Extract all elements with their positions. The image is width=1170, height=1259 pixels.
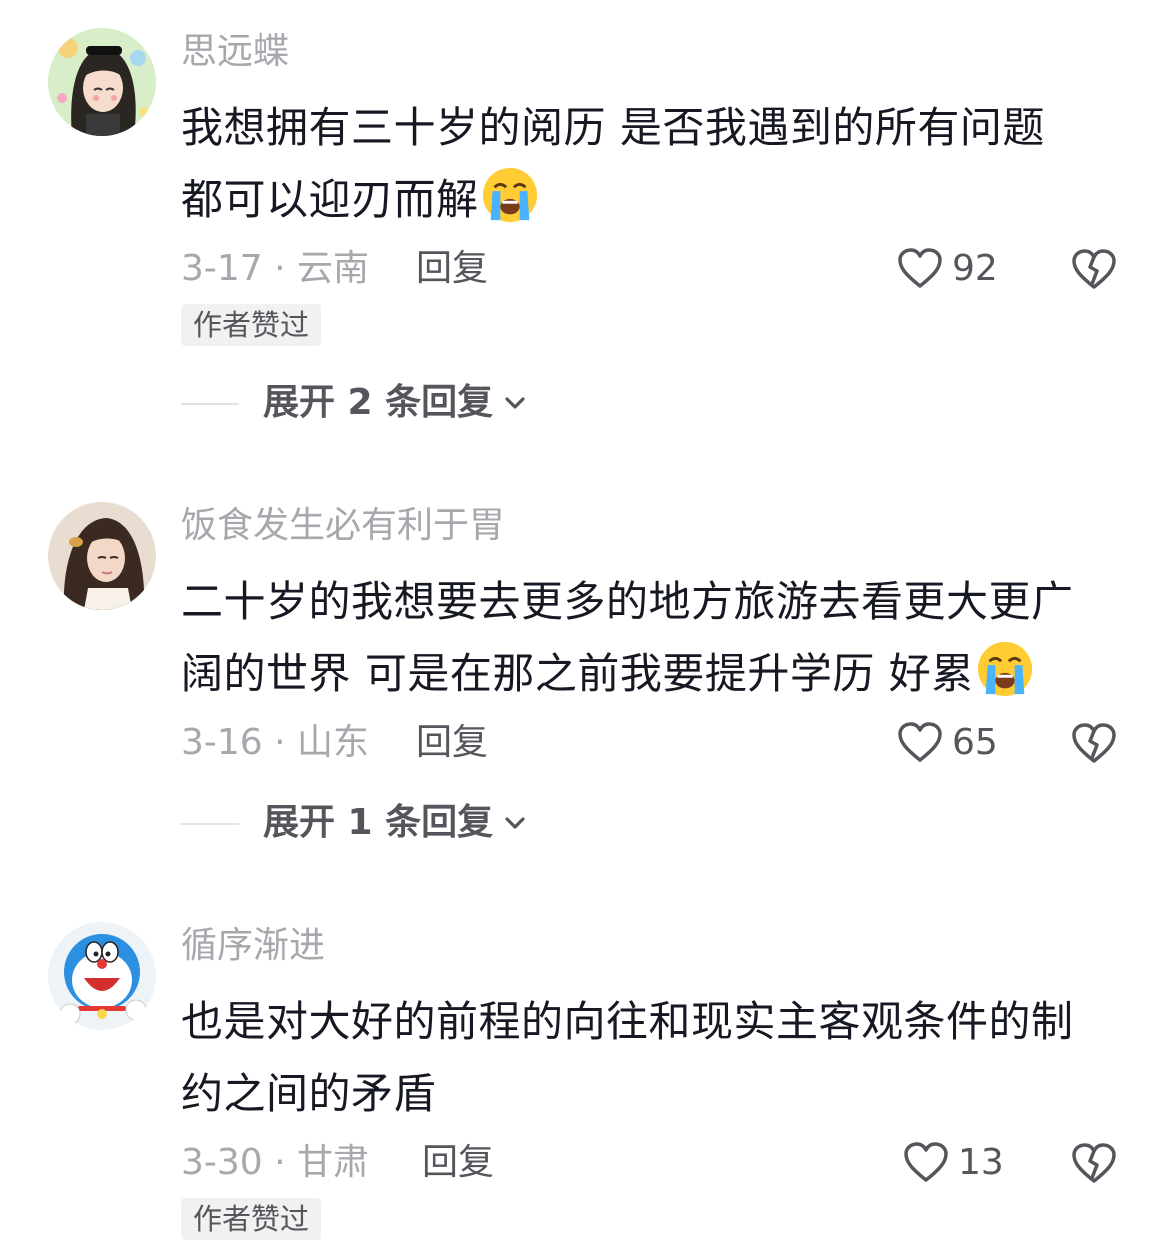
- heart-outline-icon: [898, 248, 942, 288]
- comment-text-line: 都可以迎刃而解: [181, 164, 1121, 236]
- username[interactable]: 思远蝶: [181, 30, 289, 74]
- broken-heart-icon[interactable]: [1070, 1140, 1118, 1188]
- expand-replies-label: 展开 1 条回复: [263, 802, 494, 843]
- reply-button[interactable]: 回复: [422, 1138, 494, 1188]
- username[interactable]: 饭食发生必有利于胃: [181, 504, 505, 548]
- expand-divider: [181, 823, 239, 825]
- comment-text: 我想拥有三十岁的阅历 是否我遇到的所有问题 都可以迎刃而解: [181, 92, 1121, 236]
- heart-outline-icon: [904, 1142, 948, 1182]
- avatar[interactable]: [48, 502, 156, 610]
- comment-meta: 3-30 · 甘肃 回复 13: [0, 1138, 1170, 1188]
- date-location: 3-16 · 山东: [181, 722, 370, 763]
- expand-replies-label: 展开 2 条回复: [263, 382, 494, 423]
- like-button[interactable]: 65: [896, 718, 998, 768]
- expand-replies-button[interactable]: 展开 1 条回复: [263, 798, 529, 848]
- comment-text-line: 我想拥有三十岁的阅历 是否我遇到的所有问题: [181, 103, 1045, 152]
- broken-heart-icon[interactable]: [1070, 246, 1118, 294]
- avatar[interactable]: [48, 28, 156, 136]
- like-button[interactable]: 92: [896, 244, 998, 294]
- heart-outline-icon: [898, 722, 942, 762]
- like-button[interactable]: 13: [902, 1138, 1004, 1188]
- comment-meta: 3-16 · 山东 回复 65: [0, 718, 1170, 768]
- expand-replies: 展开 1 条回复: [0, 798, 1170, 848]
- loudly-crying-face-icon: [482, 167, 537, 223]
- date-location: 3-17 · 云南: [181, 248, 370, 289]
- chevron-down-icon: [505, 397, 525, 409]
- comment-meta: 3-17 · 云南 回复 92: [0, 244, 1170, 294]
- comment-text-line: 二十岁的我想要去更多的地方旅游去看更大更广: [181, 577, 1074, 626]
- comment-text-line: 约之间的矛盾: [181, 1069, 437, 1118]
- author-liked-badge: 作者赞过: [181, 1198, 322, 1240]
- username[interactable]: 循序渐进: [181, 924, 325, 968]
- loudly-crying-face-icon: [977, 641, 1032, 697]
- date-location: 3-30 · 甘肃: [181, 1142, 370, 1183]
- author-liked-badge: 作者赞过: [181, 304, 322, 346]
- like-count: 92: [952, 248, 998, 289]
- comment-text-line-content: 都可以迎刃而解: [181, 175, 479, 224]
- broken-heart-icon[interactable]: [1070, 720, 1118, 768]
- expand-divider: [181, 403, 239, 405]
- comment-text-line: 也是对大好的前程的向往和现实主客观条件的制: [181, 997, 1074, 1046]
- expand-replies: 展开 2 条回复: [0, 378, 1170, 428]
- expand-replies-button[interactable]: 展开 2 条回复: [263, 378, 529, 428]
- comment-text: 二十岁的我想要去更多的地方旅游去看更大更广 阔的世界 可是在那之前我要提升学历 …: [181, 566, 1121, 710]
- like-count: 13: [958, 1142, 1004, 1183]
- comment-text-line-content: 阔的世界 可是在那之前我要提升学历 好累: [181, 649, 974, 698]
- reply-button[interactable]: 回复: [416, 244, 488, 294]
- avatar[interactable]: [48, 922, 156, 1030]
- chevron-down-icon: [505, 817, 525, 829]
- comment-text-line: 阔的世界 可是在那之前我要提升学历 好累: [181, 638, 1121, 710]
- comment-text: 也是对大好的前程的向往和现实主客观条件的制 约之间的矛盾: [181, 986, 1121, 1130]
- reply-button[interactable]: 回复: [416, 718, 488, 768]
- like-count: 65: [952, 722, 998, 763]
